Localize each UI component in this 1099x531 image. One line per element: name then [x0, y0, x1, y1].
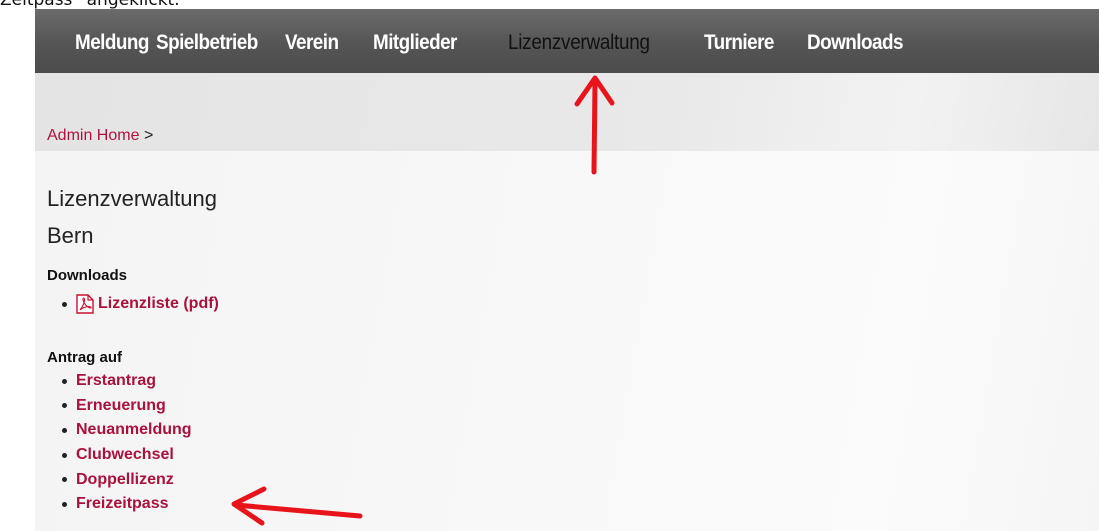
bullet	[62, 501, 67, 507]
downloads-list: Lizenzliste (pdf)	[62, 292, 219, 317]
erneuerung-link[interactable]: Erneuerung	[76, 397, 166, 415]
list-item: Erneuerung	[62, 394, 192, 419]
clubwechsel-link[interactable]: Clubwechsel	[76, 446, 174, 464]
pdf-icon	[76, 294, 94, 314]
nav-item-verein[interactable]: Verein	[285, 31, 339, 55]
page-title: Lizenzverwaltung	[47, 186, 217, 211]
header-band	[35, 73, 1099, 151]
list-item: Neuanmeldung	[62, 418, 192, 443]
nav-item-turniere[interactable]: Turniere	[704, 31, 774, 55]
breadcrumb-admin-home-link[interactable]: Admin Home	[47, 127, 139, 144]
main-navbar: Meldung Spielbetrieb Verein Mitglieder L…	[35, 9, 1099, 73]
list-item: Erstantrag	[62, 369, 192, 394]
freizeitpass-link[interactable]: Freizeitpass	[76, 495, 168, 513]
bullet	[62, 477, 67, 483]
bullet	[62, 427, 67, 433]
list-item: Lizenzliste (pdf)	[62, 292, 219, 317]
antrag-heading: Antrag auf	[47, 349, 122, 366]
list-item: Doppellizenz	[62, 467, 192, 492]
bullet	[62, 452, 67, 458]
list-item: Freizeitpass	[62, 492, 192, 517]
nav-item-downloads[interactable]: Downloads	[807, 31, 903, 55]
page-subtitle: Bern	[47, 223, 94, 248]
breadcrumb: Admin Home >	[47, 127, 153, 145]
neuanmeldung-link[interactable]: Neuanmeldung	[76, 421, 192, 439]
antrag-list: Erstantrag Erneuerung Neuanmeldung Clubw…	[62, 369, 192, 517]
downloads-heading: Downloads	[47, 267, 128, 284]
list-item: Clubwechsel	[62, 443, 192, 468]
lizenzliste-pdf-link[interactable]: Lizenzliste (pdf)	[98, 295, 219, 313]
nav-item-meldung[interactable]: Meldung	[75, 31, 149, 55]
breadcrumb-separator: >	[143, 127, 154, 144]
bullet	[62, 301, 67, 307]
doppellizenz-link[interactable]: Doppellizenz	[76, 471, 174, 489]
erstantrag-link[interactable]: Erstantrag	[76, 372, 156, 390]
bullet	[62, 403, 67, 409]
nav-item-lizenzverwaltung[interactable]: Lizenzverwaltung	[508, 31, 650, 55]
nav-item-mitglieder[interactable]: Mitglieder	[373, 31, 457, 55]
bullet	[62, 378, 67, 384]
nav-item-spielbetrieb[interactable]: Spielbetrieb	[156, 31, 258, 55]
